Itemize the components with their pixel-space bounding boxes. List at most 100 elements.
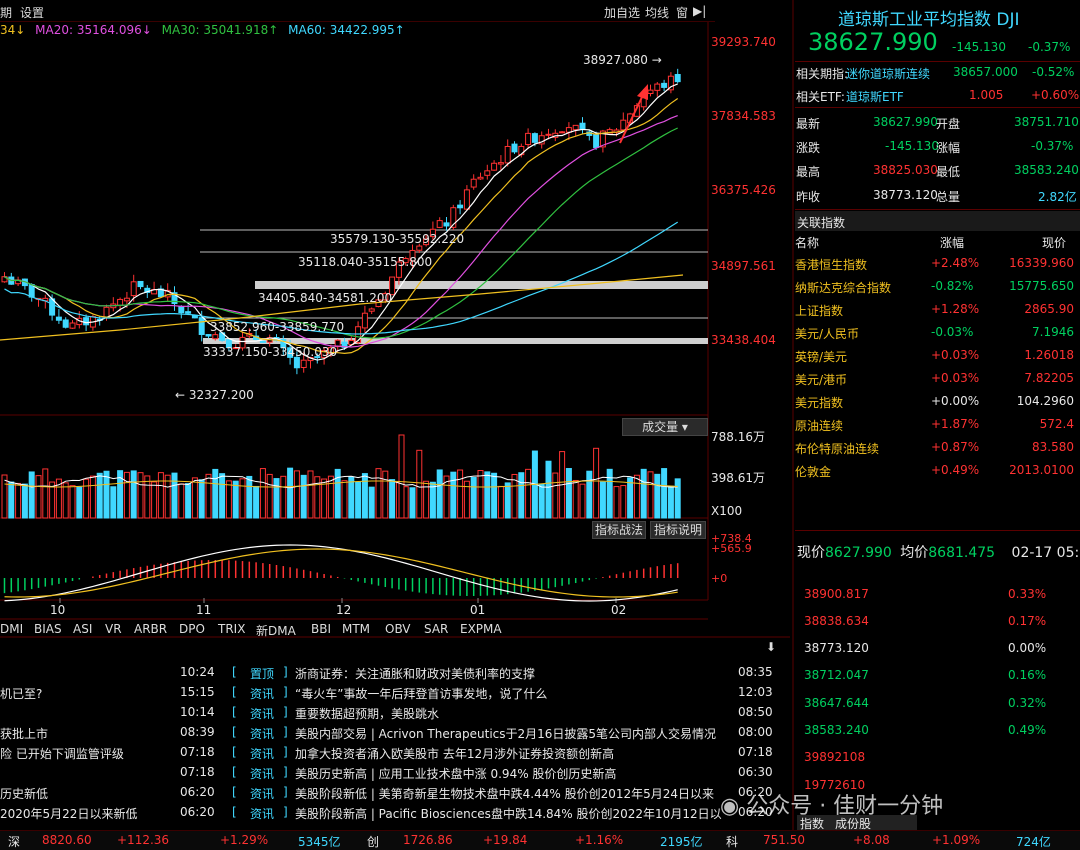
- news-item[interactable]: 获批上市 08:39 资讯 [] 美股内部交易 | Acrivon Therapeuti…: [0, 723, 790, 743]
- tab-obv[interactable]: OBV: [385, 622, 411, 636]
- volume-bar: [144, 475, 151, 519]
- related-index-row[interactable]: 美元指数 +0.00% 104.2960: [795, 391, 1080, 413]
- related-pct: +0.49%: [931, 463, 980, 477]
- tab-arbr[interactable]: ARBR: [134, 622, 167, 636]
- tab-sar[interactable]: SAR: [424, 622, 448, 636]
- news-time: 06:20: [180, 805, 215, 819]
- related-index-row[interactable]: 纳斯达克综合指数 -0.82% 15775.650: [795, 276, 1080, 298]
- tab-expma[interactable]: EXPMA: [460, 622, 502, 636]
- intraday-header: 现价8627.990 均价8681.475 02-17 05:00: [797, 545, 1080, 561]
- volume-bar: [253, 485, 260, 519]
- volume-bar: [293, 470, 300, 519]
- month-label: 11: [196, 603, 212, 617]
- candle-body: [178, 305, 185, 314]
- indicator-help-button[interactable]: 指标说明: [650, 521, 706, 539]
- news-item[interactable]: 2020年5月22日以来新低 06:20 资讯 [] 美股阶段新高 | Pacific …: [0, 803, 790, 823]
- bracket: ]: [283, 785, 288, 799]
- volume-bar: [62, 482, 69, 519]
- bracket: [: [232, 785, 237, 799]
- candle-body: [661, 82, 668, 88]
- intraday-price-tick: 38838.634: [804, 614, 869, 628]
- ma-toggle-button[interactable]: 均线: [645, 4, 669, 21]
- related-index-row[interactable]: 美元/港币 +0.03% 7.82205: [795, 368, 1080, 390]
- related-index-row[interactable]: 伦敦金 +0.49% 2013.0100: [795, 460, 1080, 482]
- volume-bar: [76, 486, 83, 519]
- related-index-row[interactable]: 布伦特原油连续 +0.87% 83.580: [795, 437, 1080, 459]
- volume-bar: [409, 487, 416, 519]
- candle-body: [525, 132, 532, 146]
- period-button[interactable]: 期: [0, 4, 12, 21]
- tab-mtm[interactable]: MTM: [342, 622, 370, 636]
- candle-body: [572, 124, 579, 131]
- volume-bar: [368, 486, 375, 519]
- volume-bar: [15, 482, 22, 519]
- volume-bar: [83, 478, 90, 519]
- candle-body: [69, 322, 76, 329]
- related-index-row[interactable]: 上证指数 +1.28% 2865.90: [795, 299, 1080, 321]
- tab-newdma[interactable]: 新DMA: [256, 622, 296, 639]
- month-label: 10: [50, 603, 66, 617]
- news-item[interactable]: 10:24 置顶 [] 浙商证券：关注通胀和财政对美债利率的支撑 08:35: [0, 663, 790, 683]
- volume-bar: [599, 481, 606, 519]
- volume-bar: [497, 485, 504, 519]
- volume-selector[interactable]: 成交量 ▾: [622, 418, 708, 436]
- related-index-row[interactable]: 美元/人民币 -0.03% 7.1946: [795, 322, 1080, 344]
- expand-icon[interactable]: ▶|: [693, 4, 706, 18]
- volume-bar: [565, 468, 572, 519]
- volume-bar: [21, 483, 28, 519]
- related-index-row[interactable]: 香港恒生指数 +2.48% 16339.960: [795, 253, 1080, 275]
- candle-body: [361, 312, 368, 329]
- bracket: [: [232, 665, 237, 679]
- range-label: 34405.840-34581.200: [258, 291, 393, 305]
- settings-button[interactable]: 设置: [20, 4, 44, 21]
- tab-asi[interactable]: ASI: [73, 622, 92, 636]
- month-label: 12: [336, 603, 352, 617]
- volume-bar: [219, 473, 226, 519]
- news-item[interactable]: 历史新低 06:20 资讯 [] 美股阶段新低 | 美第奇新星生物技术盘中跌4.44% …: [0, 783, 790, 803]
- arrow-head: [637, 84, 648, 100]
- volume-bar: [348, 476, 355, 519]
- download-icon[interactable]: ⬇: [766, 640, 776, 654]
- news-item[interactable]: 险 已开始下调监管评级 07:18 资讯 [] 加拿大投资者涌入欧美股市 去年12月涉外…: [0, 743, 790, 763]
- volume-bar: [661, 468, 668, 519]
- volume-bar: [300, 474, 307, 519]
- related-name: 美元指数: [795, 396, 844, 410]
- window-button[interactable]: 窗: [676, 4, 688, 21]
- ma-legend: 34↓ MA20: 35164.096↓ MA30: 35041.918↑ MA…: [0, 23, 411, 37]
- related-future-row[interactable]: 相关期指: 迷你道琼斯连续 38657.000 -0.52%: [795, 62, 1080, 84]
- tab-bias[interactable]: BIAS: [34, 622, 62, 636]
- news-time: 07:18: [180, 765, 215, 779]
- indicator-tick: +565.9: [711, 542, 752, 555]
- candle-body: [491, 162, 498, 171]
- bracket: ]: [283, 685, 288, 699]
- volume-bar: [232, 480, 239, 519]
- tab-bbi[interactable]: BBI: [311, 622, 331, 636]
- volume-bar: [416, 449, 423, 519]
- tab-dpo[interactable]: DPO: [179, 622, 205, 636]
- tab-vr[interactable]: VR: [105, 622, 122, 636]
- related-header: 关联指数: [795, 211, 1080, 231]
- news-tag: 置顶: [250, 667, 275, 681]
- news-time-right: 08:00: [738, 725, 773, 739]
- tab-dmi[interactable]: DMI: [0, 622, 23, 636]
- related-columns: 名称 涨幅 现价: [795, 236, 1067, 250]
- indicator-strategy-button[interactable]: 指标战法: [592, 521, 646, 539]
- candle-body: [647, 89, 654, 95]
- news-item[interactable]: 10:14 资讯 [] 重要数据超预期，美股跳水 08:50: [0, 703, 790, 723]
- related-pct: +0.00%: [931, 394, 980, 408]
- news-item[interactable]: 07:18 资讯 [] 美股历史新高 | 应用工业技术盘中涨 0.94% 股价创历史新…: [0, 763, 790, 783]
- volume-bar: [178, 483, 185, 519]
- related-index-row[interactable]: 英镑/美元 +0.03% 1.26018: [795, 345, 1080, 367]
- add-watchlist-button[interactable]: 加自选: [604, 4, 640, 21]
- volume-bar: [586, 470, 593, 519]
- related-index-row[interactable]: 原油连续 +1.87% 572.4: [795, 414, 1080, 436]
- volume-bar: [8, 481, 15, 519]
- bracket: [: [232, 705, 237, 719]
- range-label: 35118.040-35155.800: [298, 255, 433, 269]
- related-etf-row[interactable]: 相关ETF: 道琼斯ETF 1.005 +0.60%: [795, 85, 1080, 107]
- news-item[interactable]: 机已至? 15:15 资讯 [] “毒火车”事故一年后拜登首访事发地，说了什么 12:03: [0, 683, 790, 703]
- news-list: 10:24 置顶 [] 浙商证券：关注通胀和财政对美债利率的支撑 08:35 机已至? 15…: [0, 663, 790, 829]
- news-title: 美股阶段新高 | Pacific Biosciences盘中跌14.84% 股价…: [295, 807, 722, 821]
- news-tag: 资讯: [250, 767, 275, 781]
- tab-trix[interactable]: TRIX: [218, 622, 245, 636]
